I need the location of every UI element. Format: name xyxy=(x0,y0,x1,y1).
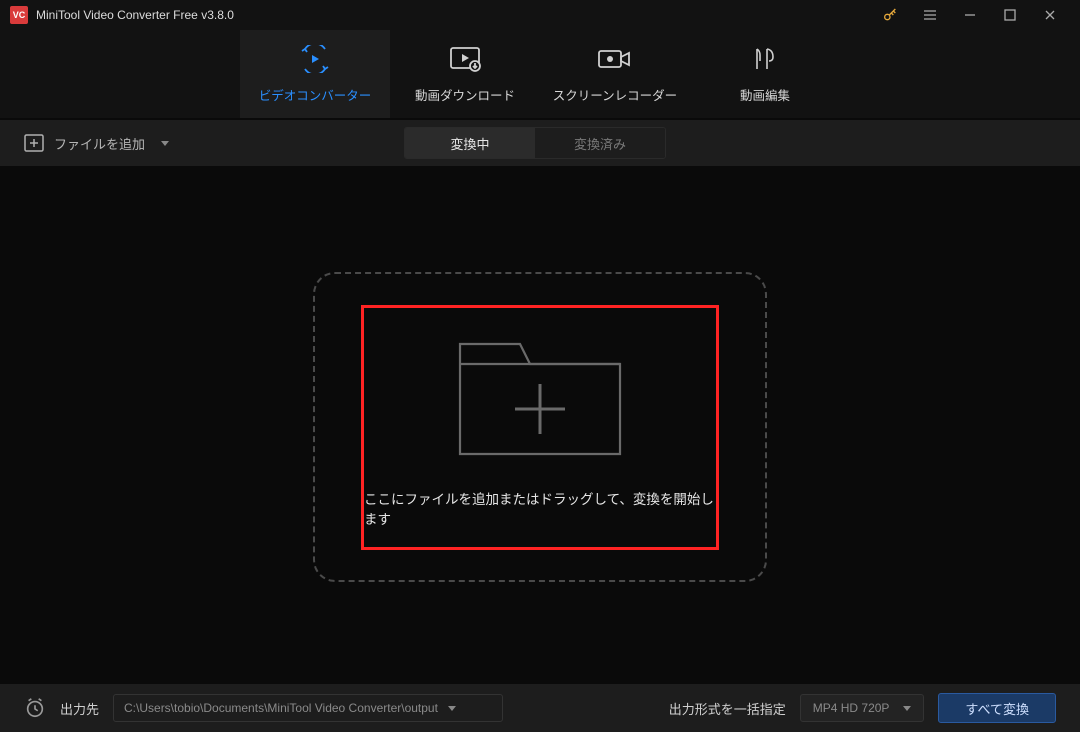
clock-icon[interactable] xyxy=(24,697,46,719)
download-icon xyxy=(449,45,481,73)
bottombar: 出力先 C:\Users\tobio\Documents\MiniTool Vi… xyxy=(0,684,1080,732)
converter-icon xyxy=(299,45,331,73)
tab-label: ビデオコンバーター xyxy=(259,85,372,104)
close-button[interactable] xyxy=(1030,0,1070,30)
app-title: MiniTool Video Converter Free v3.8.0 xyxy=(36,8,234,22)
tab-video-converter[interactable]: ビデオコンバーター xyxy=(240,30,390,118)
dropzone-container: ここにファイルを追加またはドラッグして、変換を開始します xyxy=(313,272,767,582)
output-format-select[interactable]: MP4 HD 720P xyxy=(800,694,925,722)
add-file-button[interactable]: ファイルを追加 xyxy=(24,134,169,153)
tab-label: 動画ダウンロード xyxy=(415,85,515,104)
tab-video-editor[interactable]: 動画編集 xyxy=(690,30,840,118)
tab-label: 動画編集 xyxy=(740,85,790,104)
app-logo: VC xyxy=(10,6,28,24)
chevron-down-icon xyxy=(448,706,456,711)
format-selected-value: MP4 HD 720P xyxy=(813,701,890,715)
dropzone-caption: ここにファイルを追加またはドラッグして、変換を開始します xyxy=(364,488,716,528)
output-dest-label: 出力先 xyxy=(60,699,99,718)
add-file-icon xyxy=(24,134,44,152)
editor-icon xyxy=(751,45,779,73)
minimize-button[interactable] xyxy=(950,0,990,30)
top-tabs: ビデオコンバーター 動画ダウンロード スクリーンレコーダー xyxy=(0,30,1080,118)
register-key-icon[interactable] xyxy=(870,0,910,30)
titlebar: VC MiniTool Video Converter Free v3.8.0 xyxy=(0,0,1080,30)
output-path-value: C:\Users\tobio\Documents\MiniTool Video … xyxy=(124,701,438,715)
recorder-icon xyxy=(597,45,633,73)
chevron-down-icon xyxy=(903,706,911,711)
segment-converting[interactable]: 変換中 xyxy=(405,128,535,158)
maximize-button[interactable] xyxy=(990,0,1030,30)
tab-video-download[interactable]: 動画ダウンロード xyxy=(390,30,540,118)
subbar: ファイルを追加 変換中 変換済み xyxy=(0,118,1080,166)
menu-icon[interactable] xyxy=(910,0,950,30)
convert-all-button[interactable]: すべて変換 xyxy=(938,693,1056,723)
output-path-select[interactable]: C:\Users\tobio\Documents\MiniTool Video … xyxy=(113,694,503,722)
add-file-label: ファイルを追加 xyxy=(54,134,145,153)
main-area: ここにファイルを追加またはドラッグして、変換を開始します xyxy=(0,166,1080,688)
dropzone[interactable]: ここにファイルを追加またはドラッグして、変換を開始します xyxy=(361,305,719,550)
conversion-status-segmented: 変換中 変換済み xyxy=(404,127,666,159)
folder-plus-icon xyxy=(450,326,630,466)
chevron-down-icon xyxy=(161,141,169,146)
tab-label: スクリーンレコーダー xyxy=(553,85,677,104)
tab-screen-recorder[interactable]: スクリーンレコーダー xyxy=(540,30,690,118)
segment-converted[interactable]: 変換済み xyxy=(535,128,665,158)
batch-format-label: 出力形式を一括指定 xyxy=(669,699,786,718)
